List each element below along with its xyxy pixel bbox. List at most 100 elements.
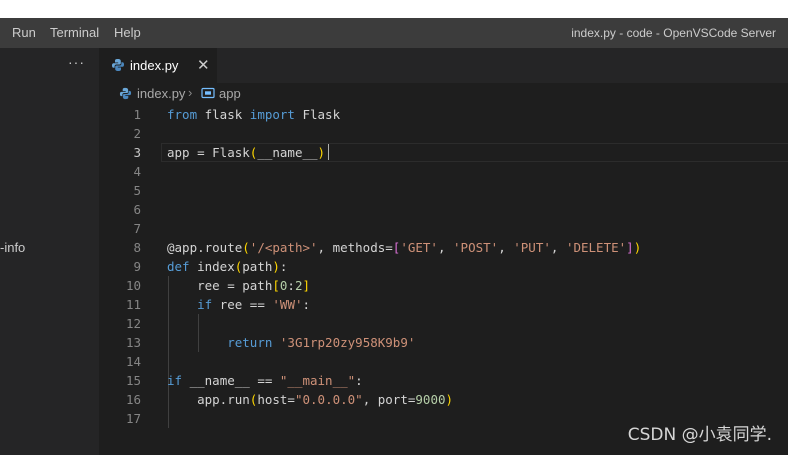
code-token: :: [287, 278, 295, 293]
symbol-variable-icon: [201, 87, 215, 102]
code-token: ): [317, 145, 326, 160]
code-token: [: [272, 278, 280, 293]
breadcrumb-file[interactable]: index.py: [137, 86, 185, 101]
code-line[interactable]: 4: [99, 162, 788, 181]
sidebar-item-partial[interactable]: -info: [0, 240, 25, 255]
code-token: Flask: [294, 107, 341, 122]
code-text: if __name__ == "__main__":: [167, 371, 363, 390]
code-token: '/<path>': [249, 240, 318, 255]
code-text: from flask import Flask: [167, 105, 340, 124]
python-file-icon: [111, 58, 125, 75]
code-token: if: [167, 373, 183, 388]
code-line[interactable]: 13 return '3G1rp20zy958K9b9': [99, 333, 788, 352]
tab-label: index.py: [130, 58, 179, 73]
code-token: ,: [550, 240, 566, 255]
menu-run[interactable]: Run: [6, 18, 42, 48]
line-number: 14: [125, 354, 141, 369]
code-line[interactable]: 2: [99, 124, 788, 143]
code-token: "__main__": [279, 373, 356, 388]
code-token: import: [249, 107, 295, 122]
code-token: ): [633, 240, 642, 255]
code-token: :: [355, 373, 363, 388]
code-token: ): [272, 259, 280, 274]
code-line[interactable]: 6: [99, 200, 788, 219]
code-token: index: [189, 259, 235, 274]
code-line[interactable]: 15 if __name__ == "__main__":: [99, 371, 788, 390]
line-number: 15: [125, 373, 141, 388]
code-token: ,: [498, 240, 514, 255]
code-text: def index(path):: [167, 257, 287, 276]
code-text: app.run(host="0.0.0.0", port=9000): [167, 390, 453, 409]
close-icon[interactable]: ✕: [197, 56, 210, 74]
code-line[interactable]: 1 from flask import Flask: [99, 105, 788, 124]
code-token: , port=: [362, 392, 416, 407]
menu-terminal[interactable]: Terminal: [44, 18, 105, 48]
line-number: 5: [133, 183, 141, 198]
code-token: ]: [626, 240, 634, 255]
code-token: app = Flask: [167, 145, 250, 160]
code-token: ree = path: [167, 278, 273, 293]
menu-help[interactable]: Help: [108, 18, 147, 48]
top-white-strip: [0, 0, 788, 18]
breadcrumb-symbol[interactable]: app: [219, 86, 241, 101]
code-token: 'PUT': [513, 240, 551, 255]
code-token: ): [445, 392, 454, 407]
code-line[interactable]: 8 @app.route('/<path>', methods=['GET', '…: [99, 238, 788, 257]
code-token: flask: [197, 107, 250, 122]
code-text: if ree == 'WW':: [167, 295, 310, 314]
line-number: 13: [125, 335, 141, 350]
code-token: from: [167, 107, 198, 122]
code-line[interactable]: 10 ree = path[0:2]: [99, 276, 788, 295]
code-line[interactable]: 5: [99, 181, 788, 200]
code-token: app.run: [167, 392, 250, 407]
chevron-right-icon: ›: [188, 85, 193, 100]
line-number: 11: [125, 297, 141, 312]
code-token: host=: [257, 392, 295, 407]
watermark: CSDN @小袁同学.: [627, 425, 772, 445]
tab-index-py[interactable]: index.py ✕: [99, 48, 217, 83]
code-token: def: [167, 259, 190, 274]
line-number: 6: [133, 202, 141, 217]
code-token: 'DELETE': [565, 240, 627, 255]
code-token: ree ==: [212, 297, 273, 312]
menu-bar: Run Terminal Help index.py - code - Open…: [0, 18, 788, 48]
line-number: 16: [125, 392, 141, 407]
code-token: __name__ ==: [182, 373, 280, 388]
code-token: if: [197, 297, 213, 312]
code-line[interactable]: 9 def index(path):: [99, 257, 788, 276]
code-token: 'WW': [272, 297, 303, 312]
code-token: @app.route: [167, 240, 243, 255]
code-line[interactable]: 12: [99, 314, 788, 333]
code-line[interactable]: 7: [99, 219, 788, 238]
sidebar: ··· -info: [0, 48, 99, 455]
more-actions-icon[interactable]: ···: [68, 54, 85, 70]
code-token: 'POST': [453, 240, 499, 255]
code-token: '3G1rp20zy958K9b9': [279, 335, 416, 350]
code-line[interactable]: 16 app.run(host="0.0.0.0", port=9000): [99, 390, 788, 409]
code-token: 9000: [415, 392, 446, 407]
line-number: 10: [125, 278, 141, 293]
line-number: 2: [133, 126, 141, 141]
code-text: app = Flask(__name__): [167, 143, 325, 162]
line-number: 8: [133, 240, 141, 255]
code-token: return: [227, 335, 273, 350]
code-line[interactable]: 3 app = Flask(__name__): [99, 143, 788, 162]
line-number: 1: [133, 107, 141, 122]
line-number: 4: [133, 164, 141, 179]
code-token: __name__: [257, 145, 318, 160]
code-text: ree = path[0:2]: [167, 276, 310, 295]
window-title: index.py - code - OpenVSCode Server: [571, 26, 776, 40]
code-token: , methods=: [317, 240, 393, 255]
text-cursor: [328, 144, 329, 160]
code-editor[interactable]: 1 from flask import Flask 2 3 app = Flask(__…: [99, 105, 788, 455]
code-line[interactable]: 14: [99, 352, 788, 371]
code-token: path: [242, 259, 273, 274]
python-file-icon: [119, 87, 132, 103]
line-number: 9: [133, 259, 141, 274]
code-token: :: [279, 259, 288, 274]
code-line[interactable]: 11 if ree == 'WW':: [99, 295, 788, 314]
line-number: 17: [125, 411, 141, 426]
